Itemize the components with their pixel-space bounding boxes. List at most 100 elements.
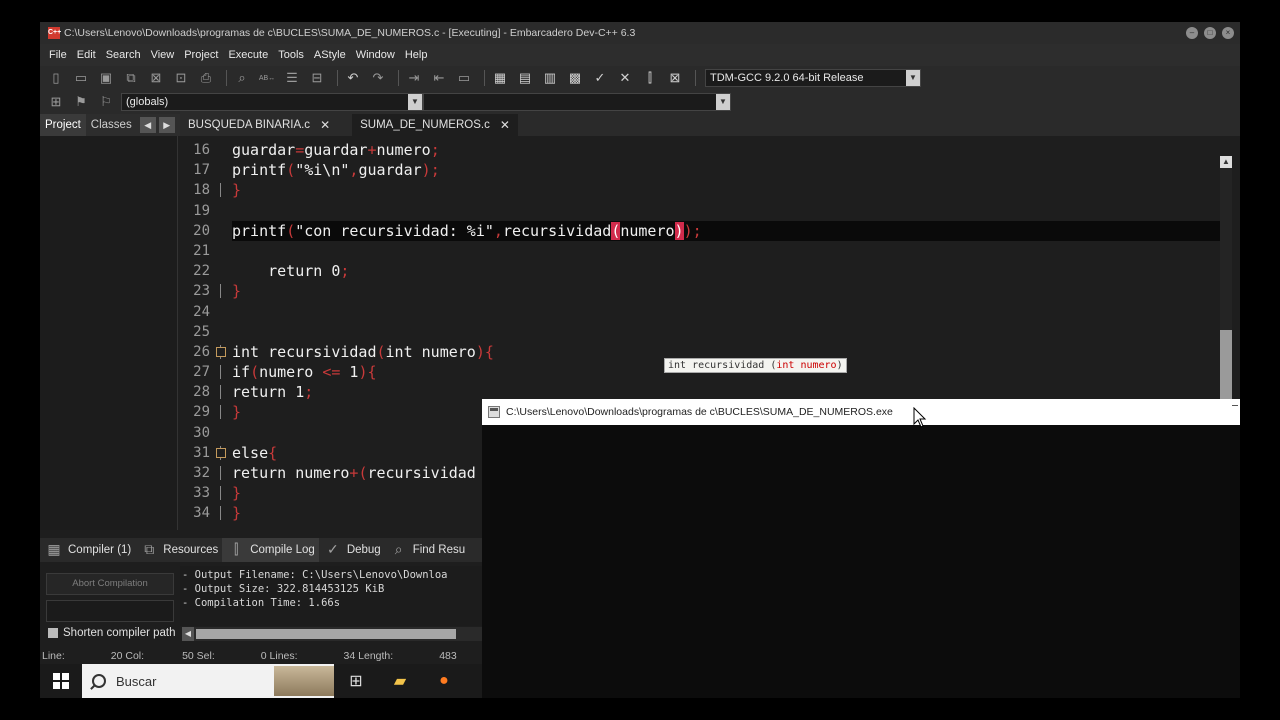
chevron-right-icon[interactable]: ▶ [158, 117, 175, 133]
minimize-icon[interactable] [1232, 405, 1238, 406]
code-line[interactable]: printf("con recursividad: %i",recursivid… [232, 220, 1222, 241]
code-line[interactable]: printf("%i\n",guardar); [232, 160, 1232, 180]
syntax-check-icon[interactable]: ✓ [590, 69, 610, 87]
compile-log-output[interactable]: - Output Filename: C:\Users\Lenovo\Downl… [180, 566, 482, 626]
checkbox-box[interactable] [48, 628, 58, 638]
tab-compiler[interactable]: ▦ Compiler (1) [40, 538, 135, 562]
indent-icon[interactable]: ⇥ [404, 69, 424, 87]
goto-line-icon[interactable]: ☰ [282, 69, 302, 87]
editor-tabs: BUSQUEDA BINARIA.c ✕ SUMA_DE_NUMEROS.c ✕ [180, 114, 1240, 136]
tab-resources[interactable]: ⧉ Resources [135, 538, 222, 562]
tab-debug[interactable]: ✓ Debug [319, 538, 385, 562]
taskbar-search[interactable]: Buscar [82, 664, 334, 698]
unindent-icon[interactable]: ⇤ [429, 69, 449, 87]
firefox-icon[interactable]: ● [422, 664, 466, 698]
scroll-left-icon[interactable]: ◀ [182, 627, 194, 641]
menu-project[interactable]: Project [179, 49, 223, 61]
goto-bookmark-icon[interactable]: ⚐ [96, 93, 116, 111]
compile-run-icon[interactable]: ▥ [540, 69, 560, 87]
menu-execute[interactable]: Execute [223, 49, 273, 61]
redo-icon[interactable]: ↷ [368, 69, 388, 87]
code-line[interactable] [232, 302, 1232, 322]
scrollbar-thumb[interactable] [196, 629, 456, 639]
compile-icon[interactable]: ▦ [490, 69, 510, 87]
undo-icon[interactable]: ↶ [343, 69, 363, 87]
close-all-icon[interactable]: ⊡ [171, 69, 191, 87]
close-icon[interactable]: ✕ [320, 114, 330, 136]
compiler-select[interactable]: TDM-GCC 9.2.0 64-bit Release ▼ [705, 69, 921, 87]
function-scope-select[interactable]: ▼ [423, 93, 731, 111]
menu-tools[interactable]: Tools [273, 49, 309, 61]
tab-project[interactable]: Project [40, 114, 86, 136]
tab-busqueda-binaria[interactable]: BUSQUEDA BINARIA.c ✕ [180, 114, 338, 136]
new-file-icon[interactable]: ▯ [46, 69, 66, 87]
console-title-bar[interactable]: C:\Users\Lenovo\Downloads\programas de c… [482, 399, 1240, 425]
profile-icon[interactable]: ⫿ [640, 69, 660, 87]
abort-compilation-button[interactable]: Abort Compilation [46, 573, 174, 595]
fold-line [220, 183, 230, 198]
comment-icon[interactable]: ▭ [454, 69, 474, 87]
save-all-icon[interactable]: ⧉ [121, 69, 141, 87]
maximize-button[interactable]: □ [1204, 27, 1216, 39]
find-icon[interactable]: ⌕ [232, 69, 252, 87]
code-token: 1 [295, 383, 305, 402]
hint-prefix: int recursividad ( [668, 360, 777, 371]
scroll-up-icon[interactable]: ▲ [1220, 156, 1232, 168]
shorten-path-checkbox[interactable]: Shorten compiler path [48, 627, 176, 639]
line-gutter: 16 17 18 19 20 21 22 23 24 25 26 27 28 2… [180, 140, 232, 524]
close-button[interactable]: × [1222, 27, 1234, 39]
code-line[interactable] [232, 322, 1232, 342]
stop-execution-icon[interactable]: ✕ [615, 69, 635, 87]
menu-view[interactable]: View [146, 49, 180, 61]
fold-toggle-icon[interactable] [216, 445, 230, 460]
chevron-left-icon[interactable]: ◀ [139, 117, 156, 133]
menu-search[interactable]: Search [101, 49, 146, 61]
code-line[interactable]: guardar=guardar+numero; [232, 140, 1232, 160]
code-token: ) [683, 221, 693, 240]
code-token: 1 [340, 363, 359, 382]
save-icon[interactable]: ▣ [96, 69, 116, 87]
replace-icon[interactable]: AB↔ [257, 69, 277, 87]
file-explorer-icon[interactable]: ▰ [378, 664, 422, 698]
title-bar[interactable]: C++ C:\Users\Lenovo\Downloads\programas … [40, 22, 1240, 44]
delete-profile-icon[interactable]: ⊠ [665, 69, 685, 87]
tab-suma-de-numeros[interactable]: SUMA_DE_NUMEROS.c ✕ [352, 114, 518, 136]
run-icon[interactable]: ▤ [515, 69, 535, 87]
print-icon[interactable]: ⎙ [196, 69, 216, 87]
code-token: ) [674, 221, 684, 240]
fold-line [220, 284, 230, 299]
insert-icon[interactable]: ⊞ [46, 93, 66, 111]
rebuild-icon[interactable]: ▩ [565, 69, 585, 87]
log-horizontal-scrollbar[interactable]: ◀ [182, 627, 482, 641]
code-token: guardar [304, 141, 368, 159]
close-icon[interactable]: ✕ [500, 114, 510, 136]
tab-classes[interactable]: Classes [86, 114, 137, 136]
tab-find-results[interactable]: ⌕ Find Resu [385, 538, 469, 562]
menu-file[interactable]: File [44, 49, 72, 61]
code-line[interactable]: return 0; [232, 261, 1232, 281]
task-view-icon[interactable]: ⊞ [334, 664, 378, 698]
code-line[interactable]: } [232, 281, 1232, 301]
code-token: ; [340, 262, 350, 281]
project-tree[interactable] [40, 136, 178, 530]
tab-compile-log[interactable]: ⫿ Compile Log [222, 538, 319, 562]
class-scope-select[interactable]: (globals) ▼ [121, 93, 423, 111]
code-line[interactable] [232, 201, 1232, 221]
open-folder-icon[interactable]: ▭ [71, 69, 91, 87]
code-line[interactable] [232, 241, 1232, 261]
menu-astyle[interactable]: AStyle [309, 49, 351, 61]
line-number: 22 [193, 263, 210, 280]
code-token: guardar [358, 161, 422, 180]
minimize-button[interactable]: – [1186, 27, 1198, 39]
toggle-bookmark-icon[interactable]: ⚑ [71, 93, 91, 111]
start-button[interactable] [40, 664, 82, 698]
console-window[interactable]: C:\Users\Lenovo\Downloads\programas de c… [482, 399, 1240, 698]
fold-toggle-icon[interactable] [216, 344, 230, 359]
menu-help[interactable]: Help [400, 49, 433, 61]
menu-window[interactable]: Window [351, 49, 400, 61]
goto-function-icon[interactable]: ⊟ [307, 69, 327, 87]
close-file-icon[interactable]: ⊠ [146, 69, 166, 87]
code-token: "con recursividad: %i" [295, 221, 494, 240]
menu-edit[interactable]: Edit [72, 49, 101, 61]
code-line[interactable]: } [232, 180, 1232, 200]
